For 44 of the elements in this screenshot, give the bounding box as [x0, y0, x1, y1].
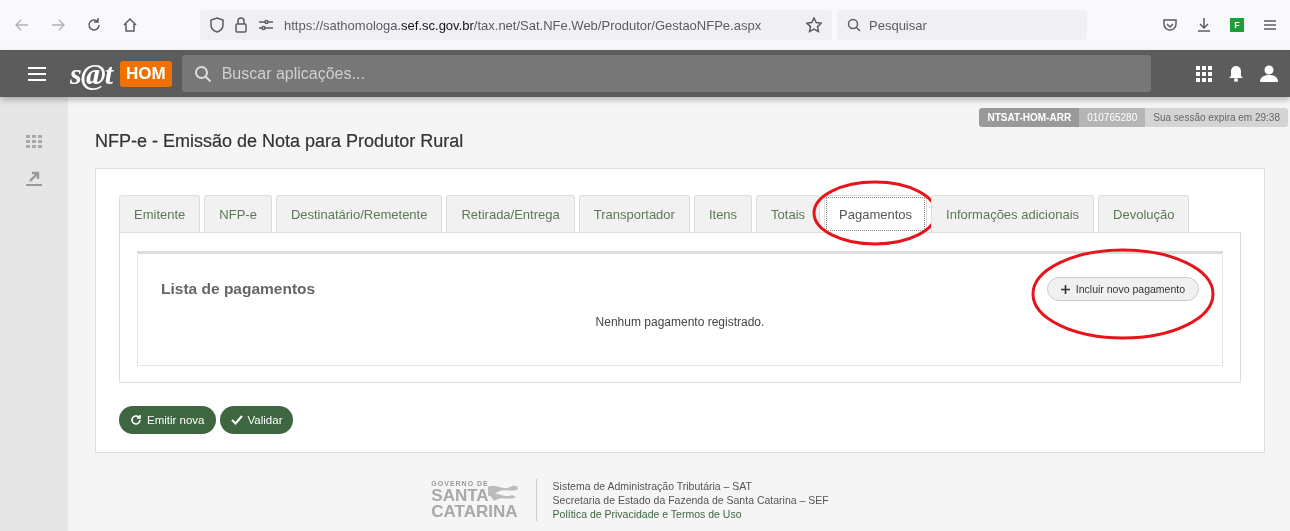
home-icon[interactable]: [122, 17, 138, 33]
tab[interactable]: Itens: [693, 195, 753, 232]
star-icon[interactable]: [806, 17, 822, 33]
action-button[interactable]: Emitir nova: [119, 406, 216, 434]
pocket-icon[interactable]: [1162, 17, 1178, 33]
section-title: Lista de pagamentos: [161, 279, 316, 298]
session-timer: Sua sessão expira em 29:38: [1145, 108, 1288, 127]
user-badge: NTSAT-HOM-ARR: [979, 108, 1080, 127]
empty-message: Nenhum pagamento registrado.: [594, 315, 766, 329]
action-button[interactable]: Validar: [219, 406, 294, 434]
download-icon[interactable]: [1196, 17, 1212, 33]
tab[interactable]: Informações adicionais: [931, 195, 1095, 232]
environment-badge: HOM: [120, 60, 172, 87]
search-icon: [193, 64, 212, 83]
add-payment-button[interactable]: Incluir novo pagamento: [1046, 277, 1199, 301]
plus-icon: [1060, 284, 1070, 294]
tab[interactable]: Totais: [756, 195, 821, 232]
footer-text: Secretaria de Estado da Fazenda de Santa Catarina – SEF: [552, 493, 829, 507]
menu-icon[interactable]: [1262, 17, 1278, 33]
user-icon[interactable]: [1260, 65, 1278, 82]
id-badge: 010765280: [1079, 108, 1146, 127]
tab[interactable]: Destinatário/Remetente: [275, 195, 443, 232]
sat-logo[interactable]: s@t: [70, 56, 112, 91]
refresh-icon: [130, 414, 142, 426]
extension-icon[interactable]: F: [1230, 18, 1244, 32]
page-title: NFP-e - Emissão de Nota para Produtor Rural: [95, 131, 465, 152]
tab[interactable]: Devolução: [1098, 195, 1190, 232]
bell-icon[interactable]: [1228, 65, 1244, 82]
tab[interactable]: Emitente: [119, 195, 201, 232]
lock-icon: [234, 17, 248, 33]
tab[interactable]: Retirada/Entrega: [446, 195, 575, 232]
check-icon: [230, 414, 243, 426]
permissions-icon: [258, 17, 274, 33]
apps-grid-icon[interactable]: [1196, 65, 1212, 82]
search-icon: [847, 18, 861, 32]
footer-text: Sistema de Administração Tributária – SAT: [552, 479, 753, 493]
tab[interactable]: Transportador: [578, 195, 690, 232]
reload-icon[interactable]: [86, 17, 102, 33]
tab[interactable]: NFP-e: [204, 195, 272, 232]
menu-icon[interactable]: [28, 66, 46, 81]
privacy-link[interactable]: Política de Privacidade e Termos de Uso: [552, 507, 829, 521]
address-field[interactable]: https://sathomologa.sef.sc.gov.br/tax.net/Sat.NFe.Web/Produtor/GestaoNFPe.aspx: [200, 10, 832, 40]
shield-icon: [210, 17, 224, 33]
tab[interactable]: Pagamentos: [824, 195, 928, 233]
